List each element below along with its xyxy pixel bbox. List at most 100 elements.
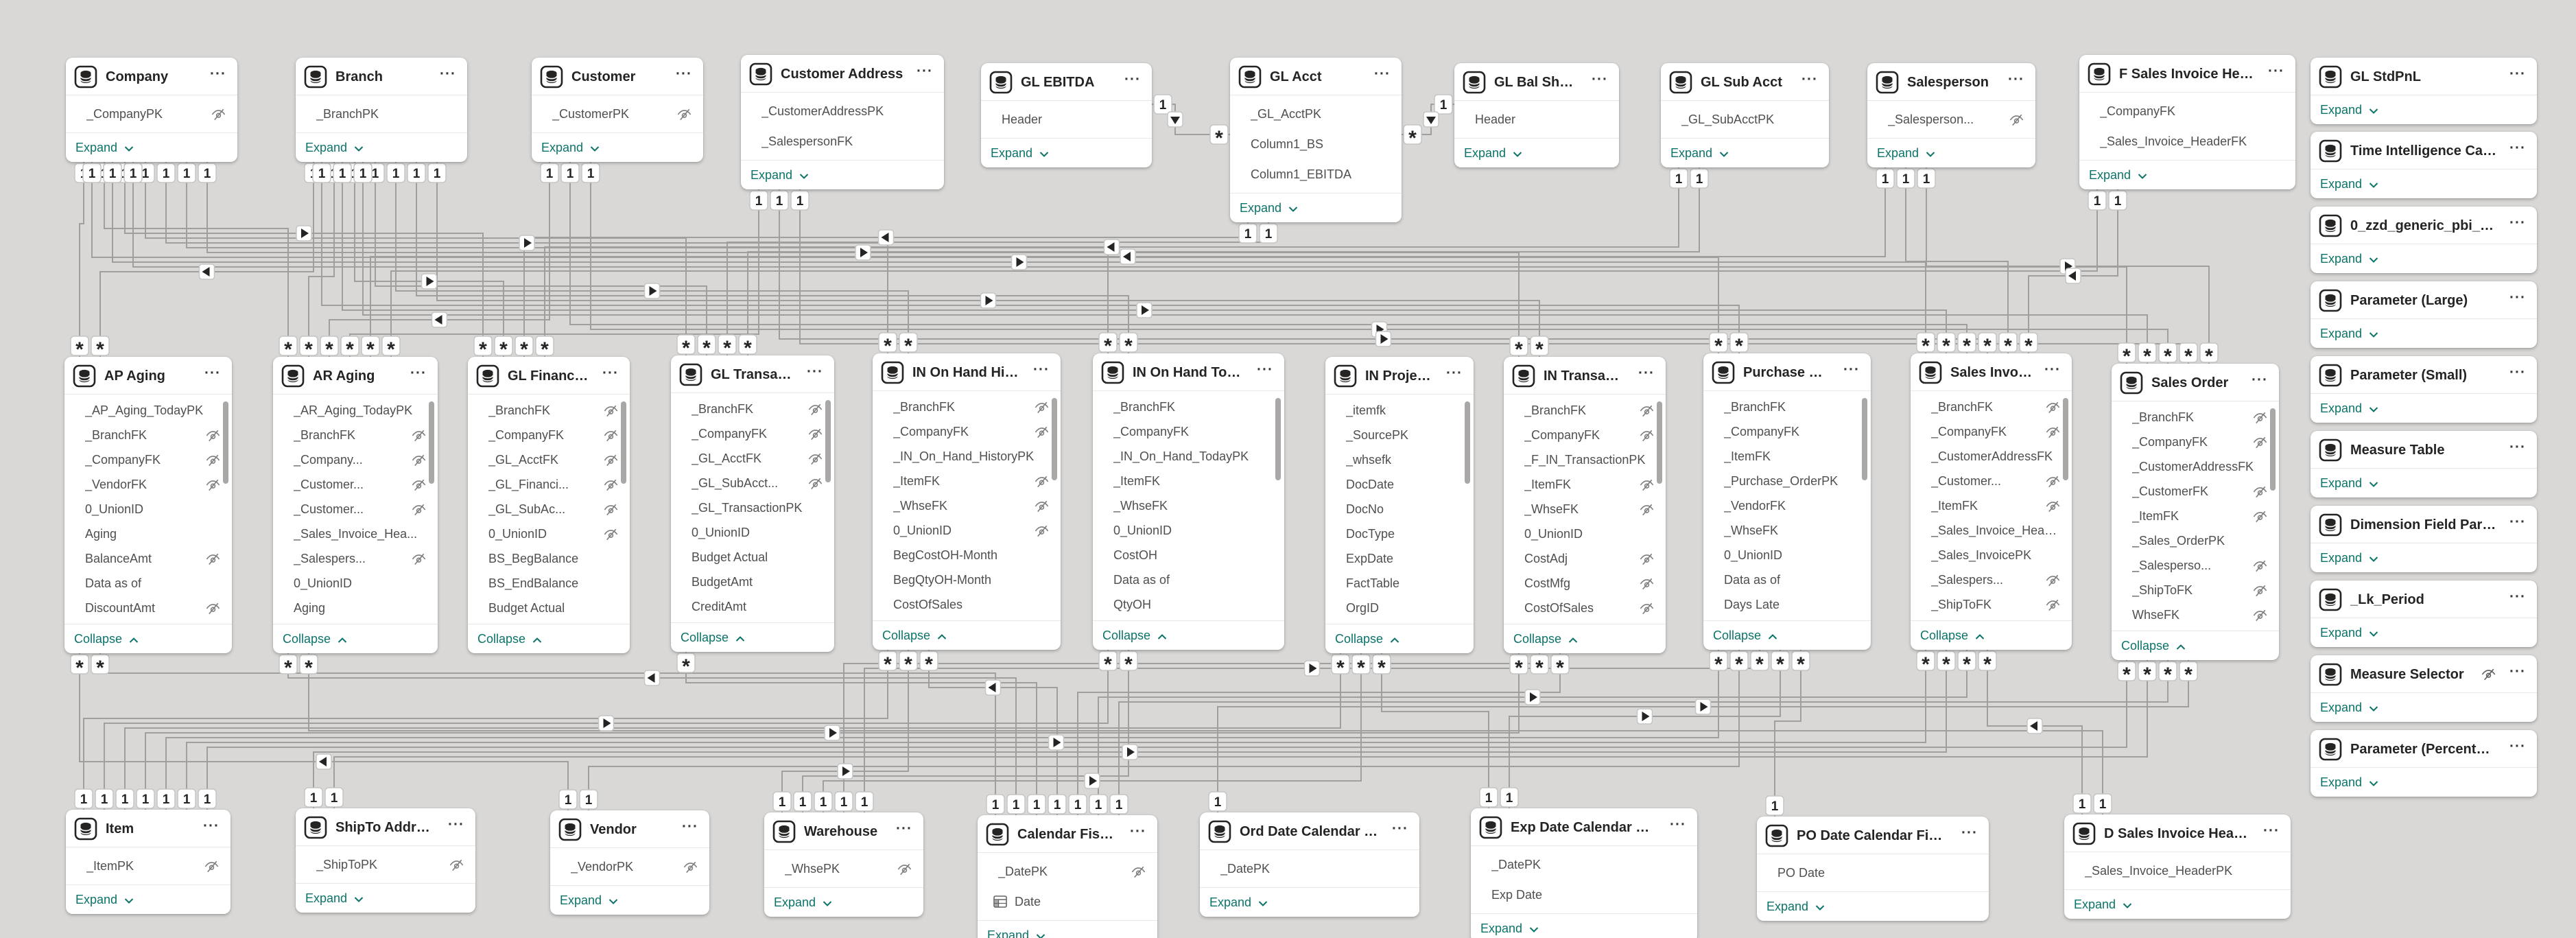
- field-row[interactable]: CostOfSales: [1504, 596, 1666, 620]
- hidden-eye-icon[interactable]: [1034, 424, 1050, 440]
- expand-collapse-toggle[interactable]: Expand: [1867, 138, 2035, 167]
- field-row[interactable]: _ItemFK: [873, 469, 1061, 493]
- field-row[interactable]: Header: [981, 104, 1152, 134]
- field-row[interactable]: _WhseFK: [873, 493, 1061, 518]
- field-row[interactable]: _CompanyFK: [468, 423, 630, 447]
- hidden-eye-icon[interactable]: [2045, 572, 2061, 588]
- more-options-button[interactable]: ···: [2505, 364, 2527, 386]
- table-card-po-date-calendar[interactable]: PO Date Calendar Fiscal ··· PO Date Expa…: [1757, 817, 1989, 921]
- field-row[interactable]: _CompanyFK: [873, 419, 1061, 444]
- field-row[interactable]: Budget Actual: [468, 596, 630, 620]
- more-options-button[interactable]: ···: [912, 63, 934, 85]
- table-card-d-sales-invoice-header[interactable]: D Sales Invoice Header ··· _Sales_Invoic…: [2064, 814, 2291, 919]
- hidden-eye-icon[interactable]: [603, 427, 619, 443]
- scrollbar[interactable]: [1657, 401, 1662, 484]
- hidden-eye-icon[interactable]: [1639, 427, 1655, 443]
- field-row[interactable]: _WhsePK: [764, 854, 923, 884]
- hidden-eye-icon[interactable]: [411, 427, 427, 443]
- expand-collapse-toggle[interactable]: Expand: [550, 885, 709, 915]
- expand-collapse-toggle[interactable]: Expand: [2311, 767, 2537, 797]
- relationship-line[interactable]: [125, 162, 483, 357]
- expand-collapse-toggle[interactable]: Expand: [2311, 543, 2537, 572]
- expand-collapse-toggle[interactable]: Expand: [2311, 692, 2537, 722]
- expand-collapse-toggle[interactable]: Expand: [1454, 138, 1619, 167]
- relationship-line[interactable]: [80, 162, 84, 357]
- field-row[interactable]: _CompanyFK: [2112, 430, 2279, 454]
- hidden-eye-icon[interactable]: [205, 600, 221, 616]
- field-row[interactable]: CostMfg: [1504, 571, 1666, 596]
- hidden-eye-icon[interactable]: [2252, 508, 2268, 524]
- field-row[interactable]: _Salesperso...: [2112, 553, 2279, 578]
- more-options-button[interactable]: ···: [1666, 817, 1688, 839]
- field-row[interactable]: DocType: [1325, 521, 1474, 546]
- relationship-line[interactable]: [104, 162, 288, 357]
- table-card-gl-sub-acct[interactable]: GL Sub Acct ··· _GL_SubAcctPK Expand: [1661, 63, 1829, 167]
- more-options-button[interactable]: ···: [2505, 589, 2527, 611]
- table-card-lk-period[interactable]: _Lk_Period ··· Expand: [2311, 581, 2537, 647]
- field-row[interactable]: _BranchFK: [671, 397, 834, 421]
- field-row[interactable]: _Salespers...: [273, 546, 438, 571]
- table-card-f-sales-invoice-header[interactable]: F Sales Invoice Header ··· _CompanyFK_Sa…: [2079, 55, 2295, 189]
- relationship-line[interactable]: [1218, 660, 2188, 812]
- field-row[interactable]: _VendorFK: [1703, 493, 1871, 518]
- table-card-vendor[interactable]: Vendor ··· _VendorPK Expand: [550, 810, 709, 915]
- more-options-button[interactable]: ···: [1370, 66, 1392, 88]
- field-row[interactable]: DiscountAmt: [64, 596, 232, 620]
- relationship-line[interactable]: [355, 162, 504, 357]
- hidden-eye-icon[interactable]: [2252, 558, 2268, 574]
- expand-collapse-toggle[interactable]: Expand: [741, 160, 944, 189]
- field-row[interactable]: _Customer...: [273, 497, 438, 521]
- table-card-time-intelligence[interactable]: Time Intelligence Calcul... ··· Expand: [2311, 132, 2537, 198]
- field-row[interactable]: Column1_BS: [1230, 129, 1402, 159]
- more-options-button[interactable]: ···: [2259, 823, 2281, 845]
- field-row[interactable]: _ItemFK: [1504, 472, 1666, 497]
- expand-collapse-toggle[interactable]: Collapse: [273, 624, 438, 653]
- hidden-eye-icon[interactable]: [211, 106, 226, 122]
- expand-collapse-toggle[interactable]: Expand: [2311, 393, 2537, 423]
- expand-collapse-toggle[interactable]: Expand: [1200, 887, 1419, 917]
- hidden-eye-icon[interactable]: [897, 861, 912, 877]
- field-row[interactable]: Header: [1454, 104, 1619, 134]
- hidden-eye-icon[interactable]: [1034, 399, 1050, 415]
- expand-collapse-toggle[interactable]: Expand: [2311, 618, 2537, 647]
- field-row[interactable]: _Sales_Invoice_HeaderPK: [2064, 856, 2291, 886]
- field-row[interactable]: _IN_On_Hand_TodayPK: [1093, 444, 1284, 469]
- field-row[interactable]: _Customer...: [1911, 469, 2072, 493]
- relationship-line[interactable]: [727, 222, 1268, 355]
- field-row[interactable]: _GL_SubAcct...: [671, 471, 834, 495]
- hidden-eye-icon[interactable]: [411, 502, 427, 517]
- more-options-button[interactable]: ···: [2264, 63, 2286, 85]
- more-options-button[interactable]: ···: [436, 66, 458, 88]
- relationship-line[interactable]: [350, 189, 759, 357]
- hidden-eye-icon[interactable]: [676, 106, 692, 122]
- scrollbar[interactable]: [825, 400, 831, 482]
- field-row[interactable]: _GL_AcctFK: [671, 446, 834, 471]
- expand-collapse-toggle[interactable]: Expand: [66, 132, 237, 162]
- more-options-button[interactable]: ···: [1126, 823, 1148, 845]
- more-options-button[interactable]: ···: [2505, 738, 2527, 760]
- field-row[interactable]: _BranchFK: [273, 423, 438, 447]
- field-row[interactable]: _F_IN_TransactionPK: [1504, 447, 1666, 472]
- hidden-eye-icon[interactable]: [204, 858, 220, 874]
- field-row[interactable]: OrgID: [1325, 596, 1474, 620]
- field-row[interactable]: _WhseFK: [1093, 493, 1284, 518]
- table-card-gl-stdpnl[interactable]: GL StdPnL ··· Expand: [2311, 58, 2537, 124]
- field-row[interactable]: _GL_TransactionPK: [671, 495, 834, 520]
- field-row[interactable]: _BranchFK: [1911, 395, 2072, 419]
- table-card-measure-selector[interactable]: Measure Selector ··· Expand: [2311, 655, 2537, 722]
- field-row[interactable]: BS_EndBalance: [468, 571, 630, 596]
- hidden-eye-icon[interactable]: [807, 451, 823, 467]
- more-options-button[interactable]: ···: [2505, 140, 2527, 162]
- expand-collapse-toggle[interactable]: Expand: [1661, 138, 1829, 167]
- expand-collapse-toggle[interactable]: Expand: [2079, 160, 2295, 189]
- table-card-gl-transaction[interactable]: GL Transaction ··· _BranchFK_CompanyFK_G…: [671, 355, 834, 652]
- table-card-in-on-hand-history[interactable]: IN On Hand History ··· _BranchFK_Company…: [873, 353, 1061, 650]
- hidden-eye-icon[interactable]: [603, 477, 619, 493]
- field-row[interactable]: CostOfSales: [873, 592, 1061, 617]
- field-row[interactable]: _SalespersonFK: [741, 126, 944, 156]
- hidden-eye-icon[interactable]: [807, 426, 823, 442]
- hidden-eye-icon[interactable]: [1034, 498, 1050, 514]
- field-row[interactable]: _whsefk: [1325, 447, 1474, 472]
- more-options-button[interactable]: ···: [1253, 362, 1275, 384]
- field-row[interactable]: FactTable: [1325, 571, 1474, 596]
